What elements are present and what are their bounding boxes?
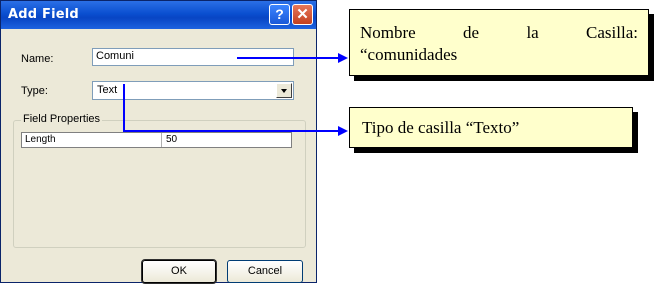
type-callout-arrow [123,84,348,136]
callout-arrows [123,53,348,136]
name-callout-arrow [237,53,348,63]
